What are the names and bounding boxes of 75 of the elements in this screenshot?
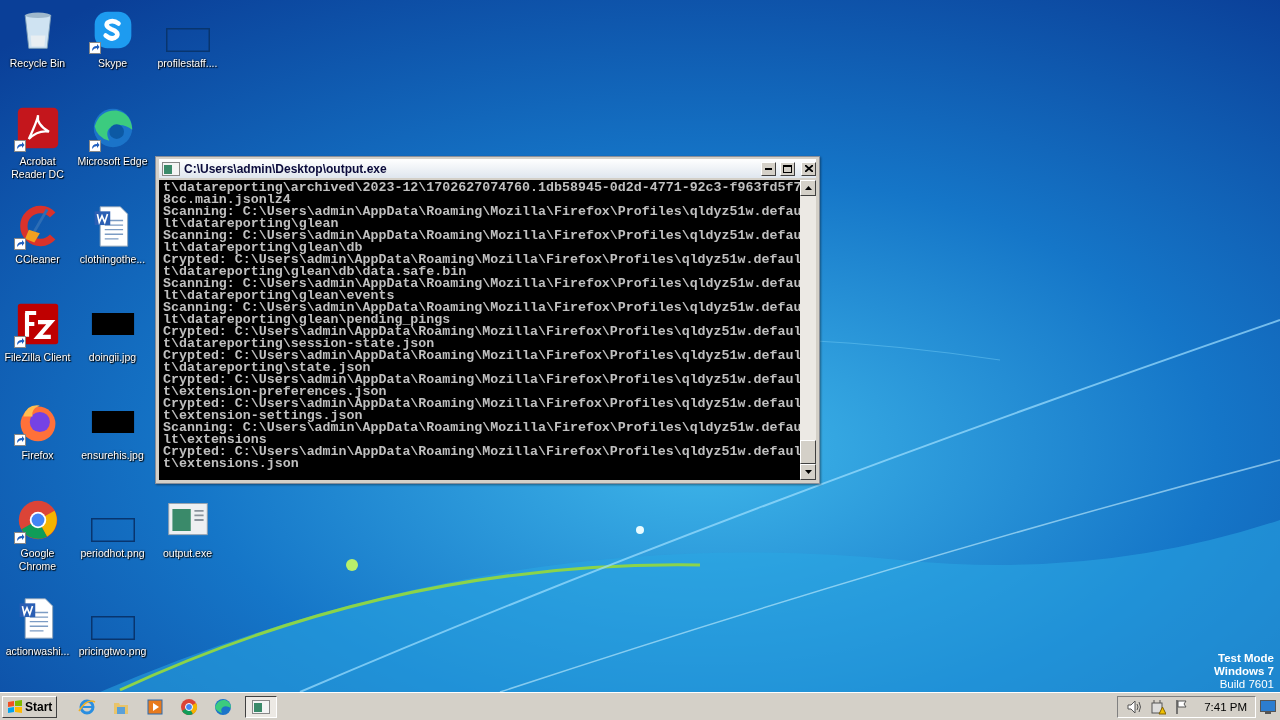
os-build-text: Test Mode xyxy=(1218,652,1274,665)
minimize-icon xyxy=(765,167,772,170)
scrollbar[interactable] xyxy=(800,180,816,480)
console-line: t\extension-settings.json xyxy=(163,410,363,422)
scroll-down-button[interactable] xyxy=(800,464,816,480)
image-thumbnail-icon xyxy=(90,518,135,542)
image-thumbnail-icon xyxy=(90,616,135,640)
console-line: Crypted: C:\Users\admin\AppData\Roaming\Mozilla\Firefox\Profiles\qldyz51w.defaul xyxy=(163,350,800,362)
icon-label[interactable]: periodhot.png xyxy=(76,547,149,560)
console-line: t\datareporting\archived\2023-12\1702627074760.1db58945-0d2d-4771-92c3-f963fd5f7 xyxy=(163,182,800,194)
maximize-icon xyxy=(783,164,792,173)
icon-label[interactable]: pricingtwo.png xyxy=(76,645,149,658)
os-build-text: Build 7601 xyxy=(1219,678,1274,691)
shortcut-arrow-icon xyxy=(13,434,26,446)
minimize-button[interactable] xyxy=(761,161,776,176)
icon-label[interactable]: Skype xyxy=(76,57,149,70)
icon-label[interactable]: output.exe xyxy=(151,547,224,560)
application-icon xyxy=(252,699,271,714)
show-desktop-icon[interactable] xyxy=(1260,699,1276,714)
speaker-icon[interactable] xyxy=(1126,698,1143,715)
close-button[interactable] xyxy=(801,161,816,176)
console-line: t\extensions.json xyxy=(163,458,299,470)
icon-label[interactable]: Microsoft Edge xyxy=(76,155,149,168)
start-button[interactable]: Start xyxy=(2,695,58,718)
close-icon xyxy=(804,165,813,172)
console-line: t\extension-preferences.json xyxy=(163,386,387,398)
console-line: t\datareporting\session-state.json xyxy=(163,338,435,350)
shortcut-arrow-icon xyxy=(88,42,101,54)
down-arrow-icon xyxy=(804,470,812,474)
icon-label[interactable]: CCleaner xyxy=(1,253,74,266)
scroll-up-button[interactable] xyxy=(800,180,816,196)
icon-label[interactable]: ensurehis.jpg xyxy=(76,449,149,462)
console-line: Crypted: C:\Users\admin\AppData\Roaming\Mozilla\Firefox\Profiles\qldyz51w.defaul xyxy=(163,326,800,338)
icon-label[interactable]: doingii.jpg xyxy=(76,351,149,364)
console-line: lt\datareporting\glean\pending_pings xyxy=(163,314,451,326)
icon-label[interactable]: profilestaff.... xyxy=(151,57,224,70)
console-line: lt\datareporting\glean\db xyxy=(163,242,363,254)
image-thumbnail-icon xyxy=(165,28,210,52)
shortcut-arrow-icon xyxy=(13,336,26,348)
console-line: Crypted: C:\Users\admin\AppData\Roaming\Mozilla\Firefox\Profiles\qldyz51w.defaul xyxy=(163,254,800,266)
console-line: Crypted: C:\Users\admin\AppData\Roaming\Mozilla\Firefox\Profiles\qldyz51w.defaul xyxy=(163,446,800,458)
console-line: Crypted: C:\Users\admin\AppData\Roaming\Mozilla\Firefox\Profiles\qldyz51w.defaul xyxy=(163,374,800,386)
icon-label[interactable]: FileZilla Client xyxy=(1,351,74,364)
console-line: t\datareporting\state.json xyxy=(163,362,371,374)
icon-label[interactable]: clothingothe... xyxy=(76,253,149,266)
console-line: t\datareporting\glean\db\data.safe.bin xyxy=(163,266,467,278)
taskbar-button[interactable] xyxy=(245,695,278,718)
icon-label[interactable]: actionwashi... xyxy=(1,645,74,658)
console-line: Scanning: C:\Users\admin\AppData\Roaming\Mozilla\Firefox\Profiles\qldyz51w.defau xyxy=(163,302,800,314)
shortcut-arrow-icon xyxy=(13,238,26,250)
icon-label[interactable]: Google Chrome xyxy=(1,547,74,573)
console-line: lt\datareporting\glean\events xyxy=(163,290,395,302)
console-line: Scanning: C:\Users\admin\AppData\Roaming\Mozilla\Firefox\Profiles\qldyz51w.defau xyxy=(163,422,800,434)
maximize-button[interactable] xyxy=(780,161,795,176)
console-line: lt\datareporting\glean xyxy=(163,218,339,230)
network-warning-icon[interactable] xyxy=(1150,698,1167,715)
application-icon xyxy=(162,161,180,176)
console-line: 8cc.main.jsonlz4 xyxy=(163,194,291,206)
scroll-thumb[interactable] xyxy=(800,440,816,464)
up-arrow-icon xyxy=(804,186,812,190)
console-line: Scanning: C:\Users\admin\AppData\Roaming\Mozilla\Firefox\Profiles\qldyz51w.defau xyxy=(163,230,800,242)
icon-label[interactable]: Recycle Bin xyxy=(1,57,74,70)
icon-label[interactable]: Acrobat Reader DC xyxy=(1,155,74,181)
icon-label[interactable]: Firefox xyxy=(1,449,74,462)
window-title: C:\Users\admin\Desktop\output.exe xyxy=(184,161,388,176)
os-build-text: Windows 7 xyxy=(1214,665,1274,678)
shortcut-arrow-icon xyxy=(88,140,101,152)
console-line: Crypted: C:\Users\admin\AppData\Roaming\Mozilla\Firefox\Profiles\qldyz51w.defaul xyxy=(163,398,800,410)
console-line: Scanning: C:\Users\admin\AppData\Roaming\Mozilla\Firefox\Profiles\qldyz51w.defau xyxy=(163,206,800,218)
console-line: Scanning: C:\Users\admin\AppData\Roaming\Mozilla\Firefox\Profiles\qldyz51w.defau xyxy=(163,278,800,290)
console-line: lt\extensions xyxy=(163,434,267,446)
windows-logo-icon xyxy=(7,699,23,714)
shortcut-arrow-icon xyxy=(13,532,26,544)
clock[interactable]: 7:41 PM xyxy=(1198,700,1247,713)
shortcut-arrow-icon xyxy=(13,140,26,152)
